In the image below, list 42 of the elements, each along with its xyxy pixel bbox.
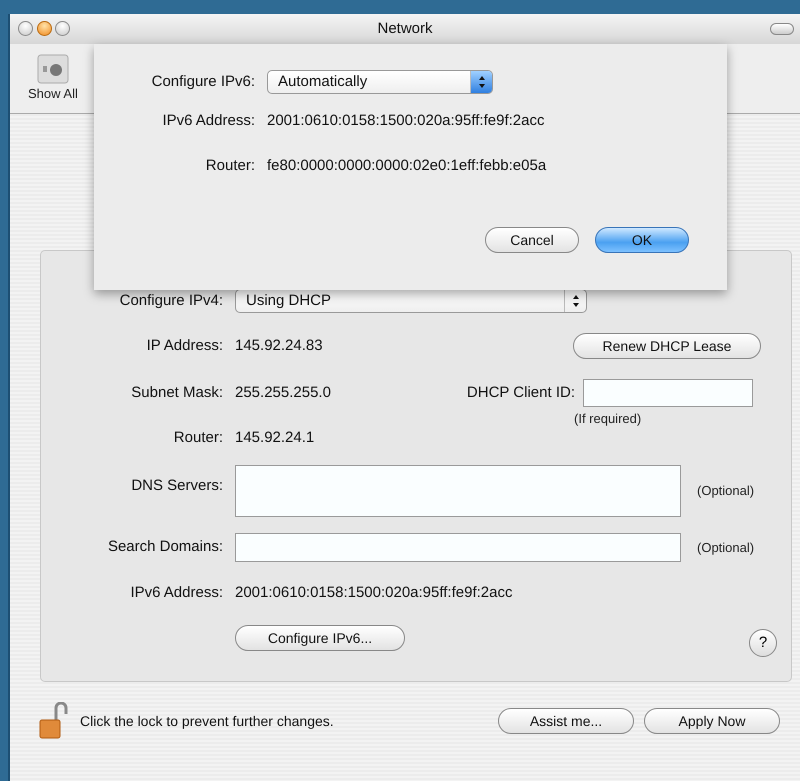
client-id-field[interactable]: [583, 379, 753, 407]
optional-note: (Optional): [697, 538, 754, 557]
field-value: 145.92.24.1: [235, 428, 314, 448]
field-label: Configure IPv4:: [118, 290, 223, 311]
field-value: fe80:0000:0000:0000:02e0:1eff:febb:e05a: [267, 156, 546, 176]
toolbar-toggle-button[interactable]: [770, 23, 794, 35]
field-value: 255.255.255.0: [235, 382, 331, 403]
lock-message: Click the lock to prevent further changes.: [80, 712, 334, 731]
field-label: Router:: [204, 156, 255, 176]
lock-icon[interactable]: [38, 702, 70, 740]
window-title: Network: [377, 20, 432, 37]
field-label: Router:: [172, 428, 223, 448]
field-label: DNS Servers:: [130, 476, 223, 496]
field-label: IPv6 Address:: [161, 111, 255, 131]
close-button[interactable]: [18, 21, 33, 36]
field-value: 2001:0610:0158:1500:020a:95ff:fe9f:2acc: [267, 111, 544, 131]
configure-ipv6-popup[interactable]: Automatically: [267, 70, 493, 94]
field-label: Configure IPv6:: [150, 72, 255, 92]
hint-text: (If required): [574, 410, 642, 428]
popup-arrows-icon: [470, 71, 492, 93]
help-button[interactable]: ?: [749, 629, 777, 657]
field-label: Subnet Mask:: [130, 382, 223, 403]
renew-dhcp-button[interactable]: Renew DHCP Lease: [573, 333, 761, 359]
app-icon: [36, 54, 69, 84]
field-value: 145.92.24.83: [235, 336, 323, 356]
configure-ipv4-popup[interactable]: Using DHCP: [235, 289, 587, 313]
field-label: IPv6 Address:: [129, 583, 223, 603]
optional-note: (Optional): [697, 482, 754, 500]
zoom-button[interactable]: [55, 21, 70, 36]
apply-button[interactable]: Apply Now: [644, 708, 780, 734]
search-domains-field[interactable]: [235, 533, 681, 562]
dns-servers-field[interactable]: [235, 465, 681, 517]
field-label: DHCP Client ID:: [466, 382, 575, 403]
ok-button[interactable]: OK: [595, 227, 689, 253]
configure-ipv6-button[interactable]: Configure IPv6...: [235, 624, 405, 650]
field-value: 2001:0610:0158:1500:020a:95ff:fe9f:2acc: [235, 583, 512, 603]
field-label: Search Domains:: [106, 537, 223, 558]
assist-button[interactable]: Assist me...: [498, 708, 634, 734]
cancel-button[interactable]: Cancel: [485, 227, 579, 253]
field-label: IP Address:: [146, 336, 223, 356]
toolbar-item[interactable]: Show All: [28, 54, 78, 103]
minimize-button[interactable]: [36, 21, 52, 36]
